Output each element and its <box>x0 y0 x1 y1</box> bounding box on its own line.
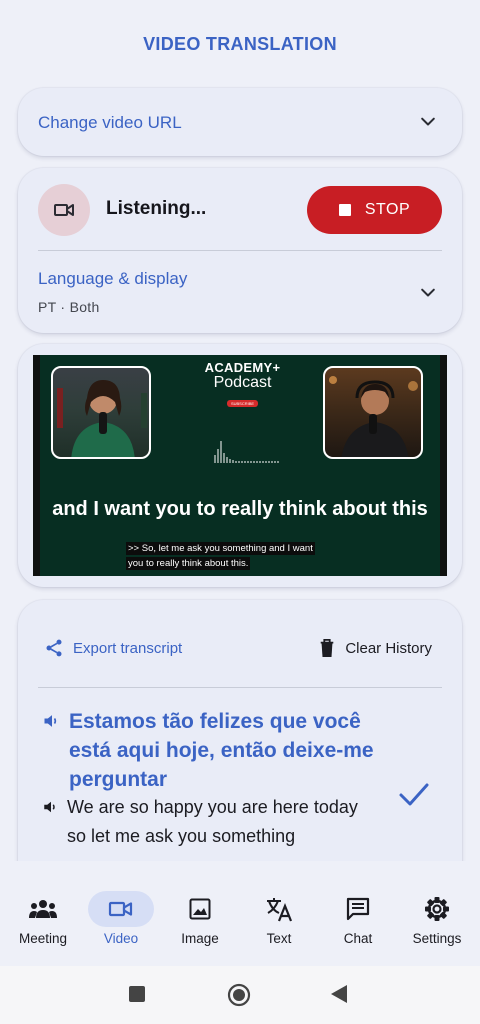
share-icon <box>46 639 62 657</box>
speaker-icon[interactable] <box>42 798 60 816</box>
change-url-panel[interactable]: Change video URL <box>18 88 462 156</box>
logo-subscribe-badge: SUBSCRIBE <box>226 400 259 407</box>
nav-label: Meeting <box>18 931 68 946</box>
back-icon[interactable] <box>330 984 348 1004</box>
video-camera-icon <box>54 204 74 216</box>
nav-item-video[interactable]: Video <box>81 861 161 946</box>
image-icon <box>189 898 211 920</box>
stop-button[interactable]: STOP <box>307 186 442 234</box>
gear-icon <box>425 897 449 921</box>
clear-history-button[interactable]: Clear History <box>318 638 432 658</box>
language-display-value: PT · Both <box>38 299 100 315</box>
transcript-panel: Export transcript Clear History Estamos … <box>18 600 462 900</box>
nav-item-settings[interactable]: Settings <box>397 861 477 946</box>
nav-item-text[interactable]: Text <box>239 861 319 946</box>
nav-item-chat[interactable]: Chat <box>318 861 398 946</box>
video-player[interactable]: ACADEMY+ Podcast SUBSCRIBE and I want yo… <box>33 355 447 576</box>
nav-label: Chat <box>343 931 373 946</box>
video-caption-sub: >> So, let me ask you something and I wa… <box>126 541 315 571</box>
video-frame: ACADEMY+ Podcast SUBSCRIBE and I want yo… <box>40 355 440 576</box>
nav-item-meeting[interactable]: Meeting <box>3 861 83 946</box>
speaker-icon[interactable] <box>42 711 62 731</box>
nav-item-image[interactable]: Image <box>160 861 240 946</box>
recents-icon[interactable] <box>128 985 146 1003</box>
chevron-down-icon[interactable] <box>418 283 438 303</box>
video-caption-sub-line1: >> So, let me ask you something and I wa… <box>126 542 315 555</box>
original-text: We are so happy you are here today so le… <box>67 797 358 846</box>
translate-icon <box>267 898 293 922</box>
listening-panel: Listening... STOP Language & display PT … <box>18 168 462 333</box>
nav-label: Video <box>103 931 139 946</box>
check-icon <box>399 783 429 806</box>
page-title: VIDEO TRANSLATION <box>143 34 337 54</box>
system-navigation-bar <box>0 966 480 1024</box>
translated-text: Estamos tão felizes que você está aqui h… <box>69 710 374 791</box>
podcast-logo: ACADEMY+ Podcast SUBSCRIBE <box>200 358 285 408</box>
host-thumbnail-left <box>51 366 151 459</box>
change-url-label: Change video URL <box>38 113 182 132</box>
stop-icon <box>338 204 351 216</box>
video-panel: ACADEMY+ Podcast SUBSCRIBE and I want yo… <box>18 344 462 587</box>
nav-label: Image <box>181 931 219 946</box>
audio-waveform <box>214 441 279 463</box>
nav-label: Settings <box>412 931 462 946</box>
chat-icon <box>346 897 370 921</box>
nav-label: Text <box>266 931 292 946</box>
host-thumbnail-right <box>323 366 423 459</box>
divider <box>38 250 442 251</box>
listening-status: Listening... <box>106 198 207 219</box>
meeting-icon <box>29 900 57 918</box>
language-display-title[interactable]: Language & display <box>38 269 187 289</box>
export-transcript-button[interactable]: Export transcript <box>44 638 182 658</box>
video-icon <box>108 901 133 917</box>
export-transcript-label: Export transcript <box>73 639 183 657</box>
bottom-navigation: Meeting Video Image Text Chat Settings <box>0 861 480 966</box>
logo-podcast: Podcast <box>213 374 272 391</box>
clear-history-label: Clear History <box>345 639 432 657</box>
stop-label: STOP <box>364 201 411 218</box>
chevron-down-icon[interactable] <box>418 112 438 132</box>
home-icon[interactable] <box>227 983 251 1007</box>
trash-icon <box>321 639 334 657</box>
original-entry: We are so happy you are here today so le… <box>42 793 362 851</box>
logo-academy: ACADEMY+ <box>204 360 281 375</box>
camera-status-indicator <box>38 184 90 236</box>
divider <box>38 687 442 688</box>
translated-entry: Estamos tão felizes que você está aqui h… <box>42 707 382 794</box>
video-caption-sub-line2: you to really think about this. <box>126 557 251 570</box>
video-caption-main: and I want you to really think about thi… <box>52 498 428 520</box>
